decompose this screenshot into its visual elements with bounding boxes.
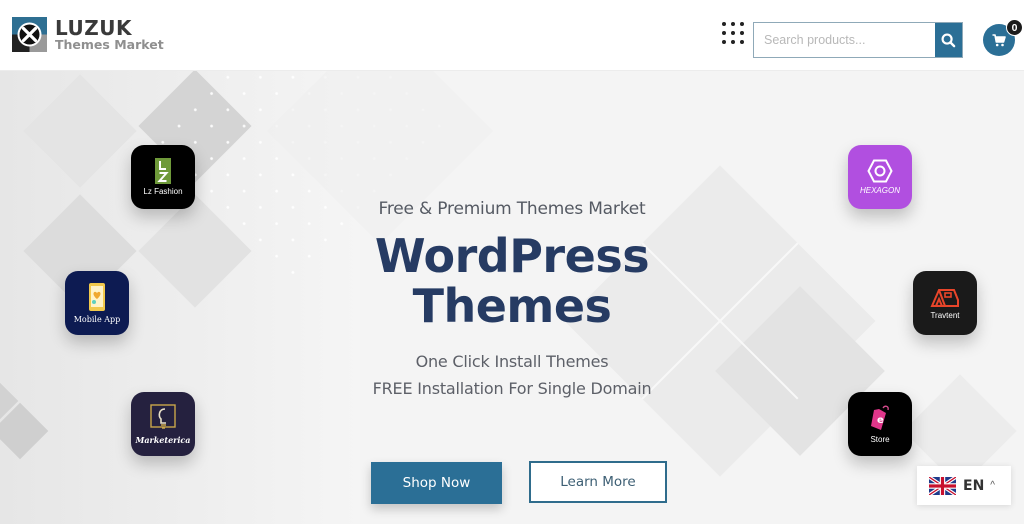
logo-subtitle: Themes Market xyxy=(55,36,164,52)
app-tile-hexagon[interactable]: HEXAGON xyxy=(848,145,912,209)
subtext-line-2: FREE Installation For Single Domain xyxy=(372,379,652,398)
hero-kicker: Free & Premium Themes Market xyxy=(378,199,646,219)
uk-flag-icon xyxy=(929,476,956,495)
app-tile-mobile-app[interactable]: Mobile App xyxy=(65,271,129,335)
hero-headline: WordPress Themes xyxy=(312,231,712,331)
mobile-phone-icon xyxy=(89,283,105,311)
app-tile-store[interactable]: e Store xyxy=(848,392,912,456)
cart-count-badge: 0 xyxy=(1006,19,1023,36)
app-label: Store xyxy=(870,435,890,444)
shop-now-button[interactable]: Shop Now xyxy=(371,462,502,504)
app-tile-travtent[interactable]: Travtent xyxy=(913,271,977,335)
lightbulb-icon xyxy=(150,403,176,429)
app-label: Mobile App xyxy=(73,315,121,324)
app-label: Lz Fashion xyxy=(143,187,183,196)
search-bar xyxy=(753,22,963,58)
language-code: EN xyxy=(963,477,985,494)
site-header: LUZUK Themes Market 0 xyxy=(0,0,1024,71)
app-label: HEXAGON xyxy=(859,186,900,195)
logo-title: LUZUK xyxy=(55,15,133,40)
search-input[interactable] xyxy=(754,23,935,57)
hero-subtext: One Click Install Themes FREE Installati… xyxy=(312,348,712,402)
search-icon xyxy=(941,33,956,47)
site-logo[interactable]: LUZUK Themes Market xyxy=(12,17,164,52)
app-tile-marketerica[interactable]: Marketerica xyxy=(131,392,195,456)
learn-more-button[interactable]: Learn More xyxy=(529,461,667,503)
app-tile-lz-fashion[interactable]: Lz Fashion xyxy=(131,145,195,209)
app-label: Travtent xyxy=(930,311,960,320)
headline-line-1: WordPress xyxy=(374,229,650,283)
tent-icon xyxy=(930,289,959,307)
hero-banner: Lz Fashion Mobile App Marketerica HEXAGO… xyxy=(0,71,1024,524)
grid-dots-icon[interactable] xyxy=(721,21,747,47)
chevron-up-icon: ^ xyxy=(990,480,995,491)
headline-line-2: Themes xyxy=(412,279,612,333)
hexagon-icon xyxy=(867,159,893,183)
lz-fashion-logo-icon xyxy=(155,158,171,184)
shopping-cart-icon xyxy=(992,33,1006,46)
language-switcher[interactable]: EN ^ xyxy=(917,466,1011,505)
app-label: Marketerica xyxy=(135,434,191,445)
svg-text:e: e xyxy=(877,415,884,426)
subtext-line-1: One Click Install Themes xyxy=(415,352,609,371)
price-tag-icon: e xyxy=(871,405,889,430)
luzuk-logo-icon xyxy=(12,17,47,52)
search-button[interactable] xyxy=(935,23,962,57)
